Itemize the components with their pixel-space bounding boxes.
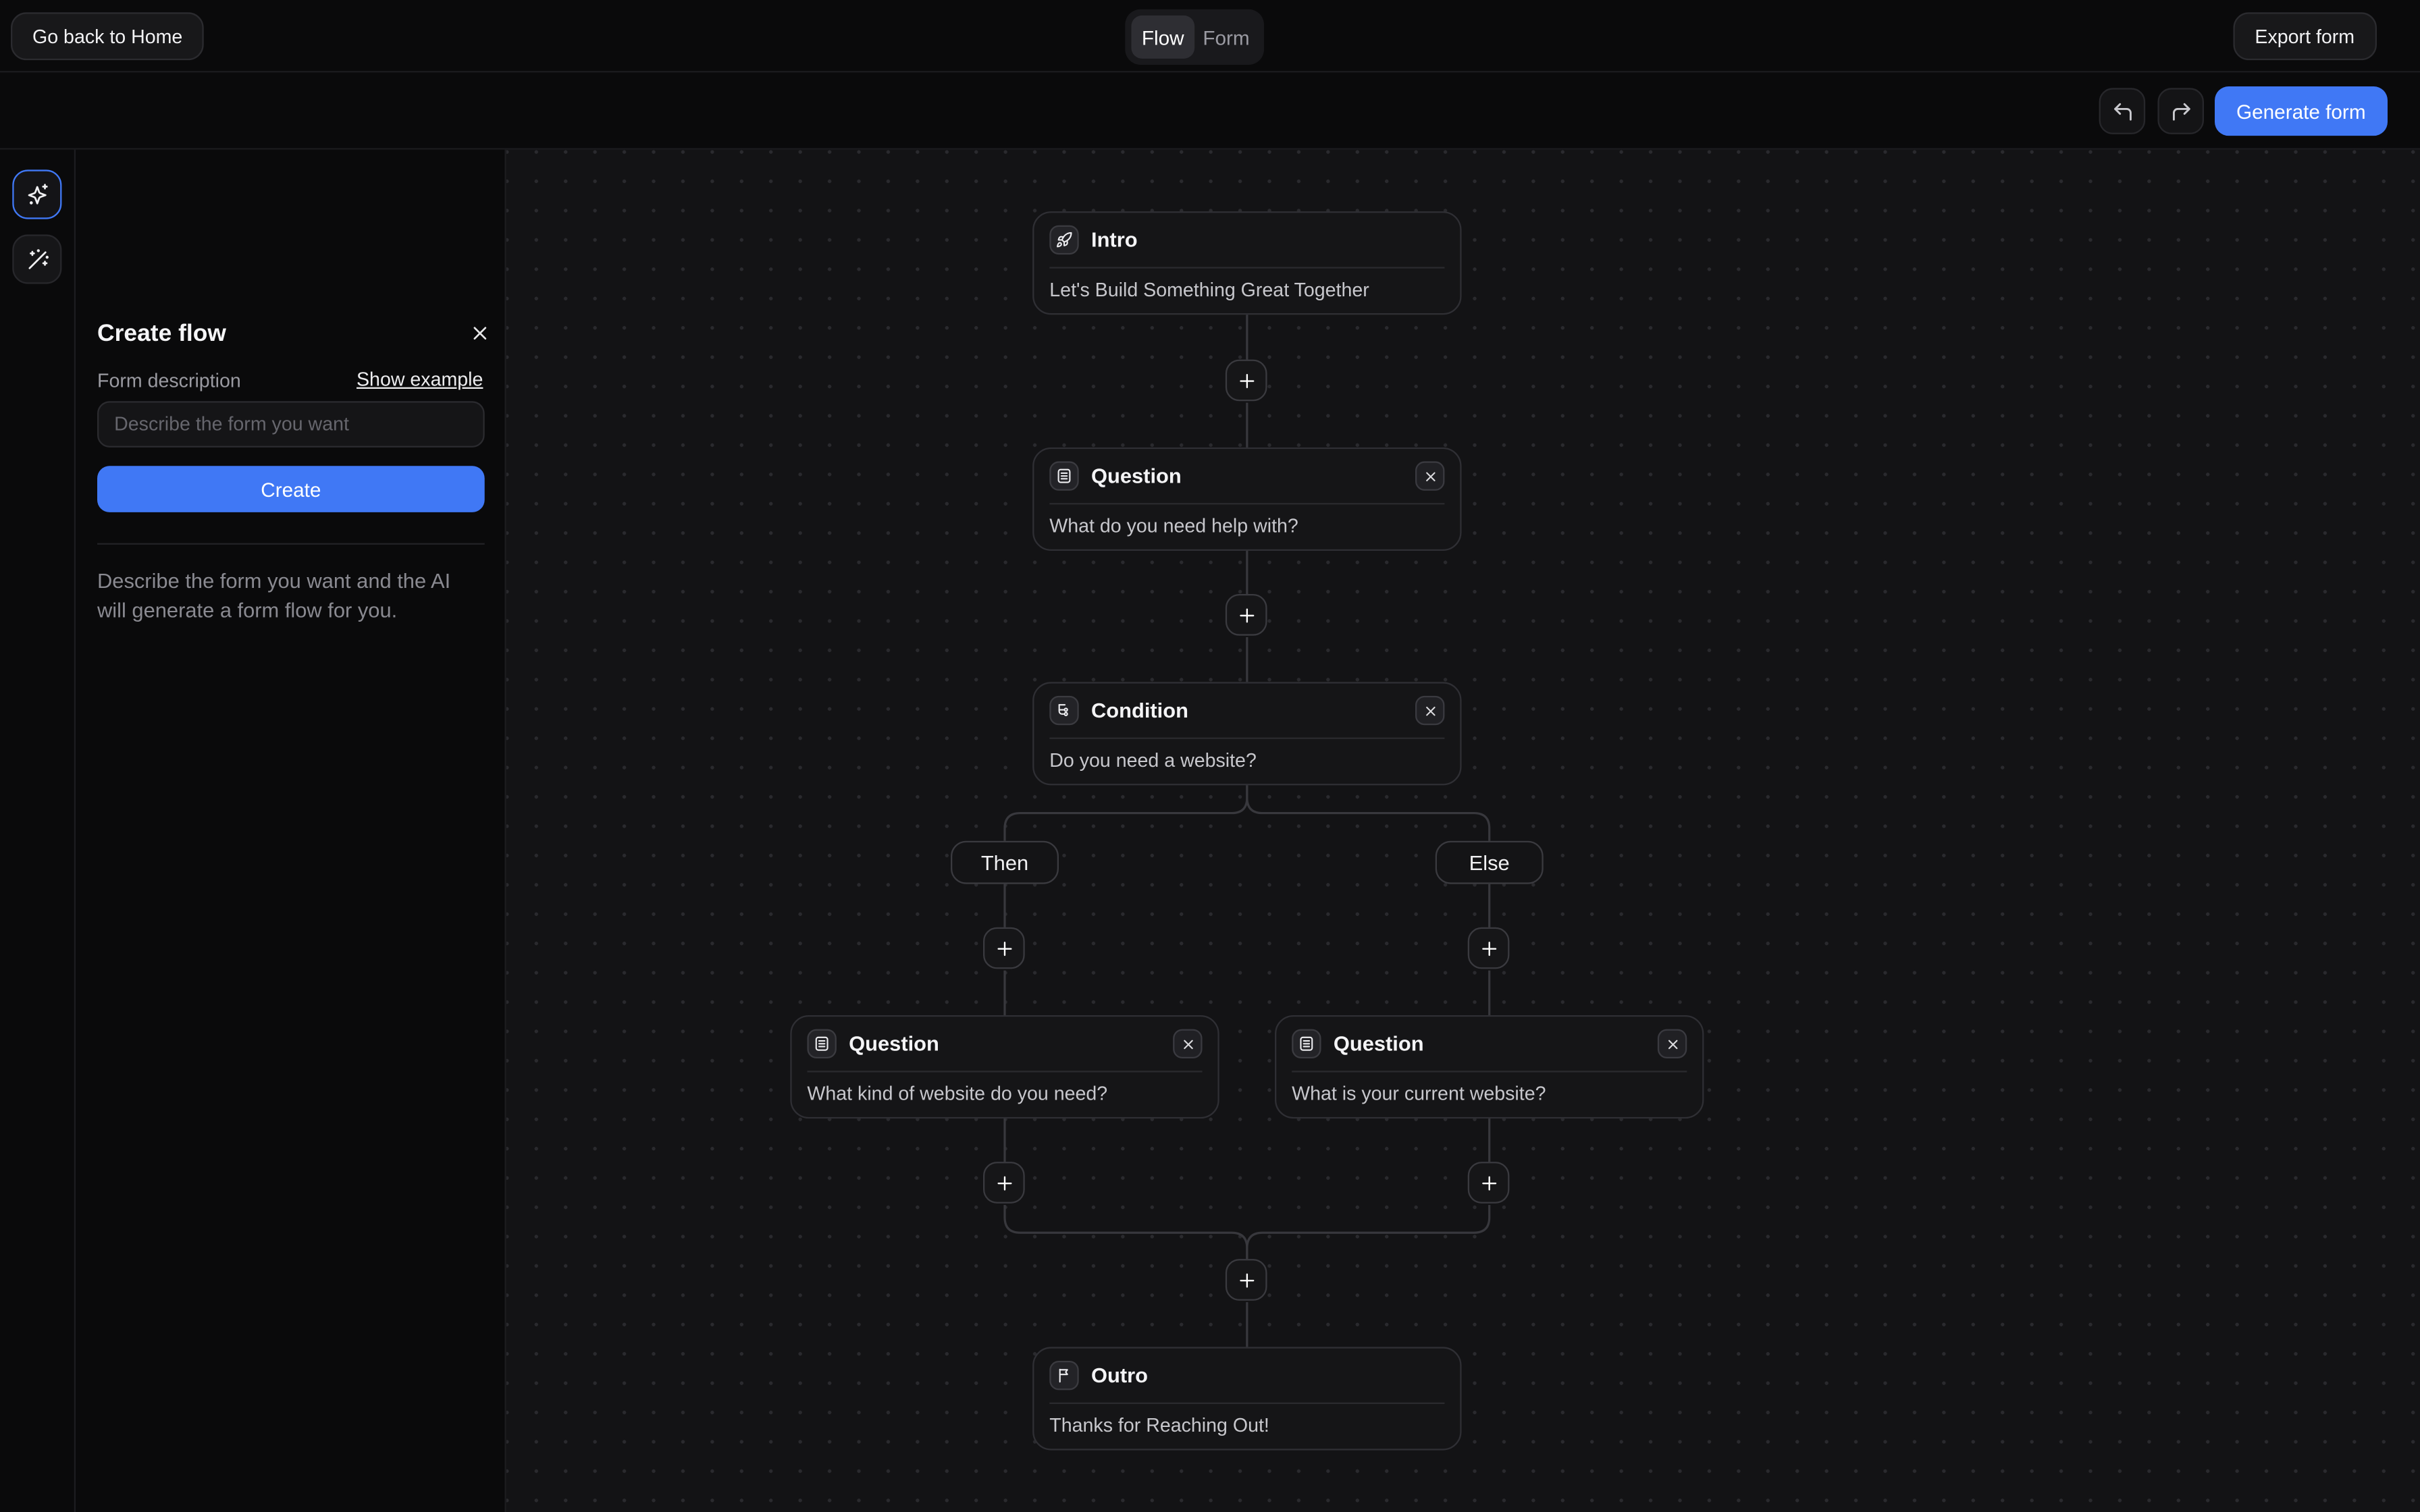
view-switcher: Flow Form	[1125, 9, 1264, 65]
panel-divider	[97, 543, 485, 545]
flag-icon	[1049, 1361, 1078, 1390]
create-flow-panel: Create flow Form description Show exampl…	[76, 150, 506, 1512]
close-icon	[469, 323, 491, 344]
node-body-text: Do you need a website?	[1034, 739, 1460, 772]
flow-node-outro[interactable]: Outro Thanks for Reaching Out!	[1032, 1347, 1461, 1450]
node-body-text: Let's Build Something Great Together	[1034, 269, 1460, 301]
node-body-text: What is your current website?	[1276, 1073, 1702, 1105]
plus-icon	[993, 1172, 1015, 1193]
close-panel-button[interactable]	[465, 318, 496, 349]
add-node-button[interactable]	[983, 1162, 1025, 1204]
delete-node-button[interactable]	[1658, 1029, 1687, 1058]
plus-icon	[1236, 604, 1257, 626]
flow-node-question-1[interactable]: Question What do you need help with?	[1032, 448, 1461, 551]
tab-flow[interactable]: Flow	[1131, 16, 1194, 59]
node-title: Intro	[1091, 228, 1444, 251]
tool-rail	[0, 150, 76, 1512]
toolbar: Generate form	[0, 72, 2420, 149]
undo-button[interactable]	[2099, 88, 2146, 134]
form-flow-builder: Go back to Home Flow Form Export form Ge…	[0, 0, 2420, 1512]
export-form-button[interactable]: Export form	[2233, 12, 2376, 60]
add-node-button[interactable]	[1468, 927, 1510, 969]
delete-node-button[interactable]	[1415, 696, 1444, 725]
form-question-icon	[807, 1029, 836, 1058]
plus-icon	[1236, 369, 1257, 391]
flow-canvas[interactable]	[506, 150, 2420, 1512]
node-body-text: What do you need help with?	[1034, 504, 1460, 537]
plus-icon	[1478, 938, 1500, 959]
go-back-home-button[interactable]: Go back to Home	[11, 12, 204, 60]
tab-form[interactable]: Form	[1194, 16, 1258, 59]
form-description-label: Form description	[97, 371, 241, 392]
form-question-icon	[1292, 1029, 1321, 1058]
generate-form-button[interactable]: Generate form	[2215, 86, 2388, 136]
plus-icon	[1478, 1172, 1500, 1193]
add-node-button[interactable]	[1226, 360, 1267, 402]
redo-icon	[2169, 99, 2192, 122]
magic-wand-tool-button[interactable]	[12, 234, 61, 284]
close-icon	[1422, 468, 1438, 484]
node-title: Question	[1334, 1032, 1646, 1055]
panel-helper-text: Describe the form you want and the AI wi…	[97, 566, 485, 625]
ai-create-flow-tool-button[interactable]	[12, 169, 61, 219]
panel-title: Create flow	[97, 321, 226, 348]
branch-label-then: Then	[951, 841, 1059, 884]
flow-node-condition[interactable]: Condition Do you need a website?	[1032, 682, 1461, 785]
sparkles-icon	[24, 182, 50, 208]
flow-node-question-3[interactable]: Question What is your current website?	[1275, 1015, 1704, 1118]
add-node-button[interactable]	[1226, 1259, 1267, 1301]
add-node-button[interactable]	[983, 927, 1025, 969]
form-description-input[interactable]	[97, 401, 485, 448]
close-icon	[1422, 703, 1438, 718]
rocket-icon	[1049, 225, 1078, 254]
close-icon	[1180, 1036, 1195, 1052]
node-body-text: Thanks for Reaching Out!	[1034, 1404, 1460, 1436]
node-title: Outro	[1091, 1364, 1444, 1387]
branch-label-else: Else	[1436, 841, 1544, 884]
node-title: Question	[1091, 464, 1403, 487]
add-node-button[interactable]	[1226, 594, 1267, 636]
magic-wand-icon	[24, 246, 50, 273]
flow-node-intro[interactable]: Intro Let's Build Something Great Togeth…	[1032, 211, 1461, 315]
plus-icon	[1236, 1269, 1257, 1291]
form-question-icon	[1049, 461, 1078, 490]
undo-icon	[2111, 99, 2134, 122]
create-button[interactable]: Create	[97, 466, 485, 512]
delete-node-button[interactable]	[1415, 461, 1444, 490]
node-title: Question	[849, 1032, 1161, 1055]
close-icon	[1664, 1036, 1680, 1052]
flow-node-question-2[interactable]: Question What kind of website do you nee…	[790, 1015, 1219, 1118]
else-label-text: Else	[1469, 851, 1510, 874]
delete-node-button[interactable]	[1173, 1029, 1202, 1058]
redo-button[interactable]	[2157, 88, 2204, 134]
add-node-button[interactable]	[1468, 1162, 1510, 1204]
plus-icon	[993, 938, 1015, 959]
node-title: Condition	[1091, 699, 1403, 722]
node-body-text: What kind of website do you need?	[792, 1073, 1218, 1105]
top-bar: Go back to Home Flow Form Export form	[0, 0, 2420, 72]
show-example-link[interactable]: Show example	[357, 369, 483, 390]
then-label-text: Then	[981, 851, 1028, 874]
condition-branch-icon	[1049, 696, 1078, 725]
